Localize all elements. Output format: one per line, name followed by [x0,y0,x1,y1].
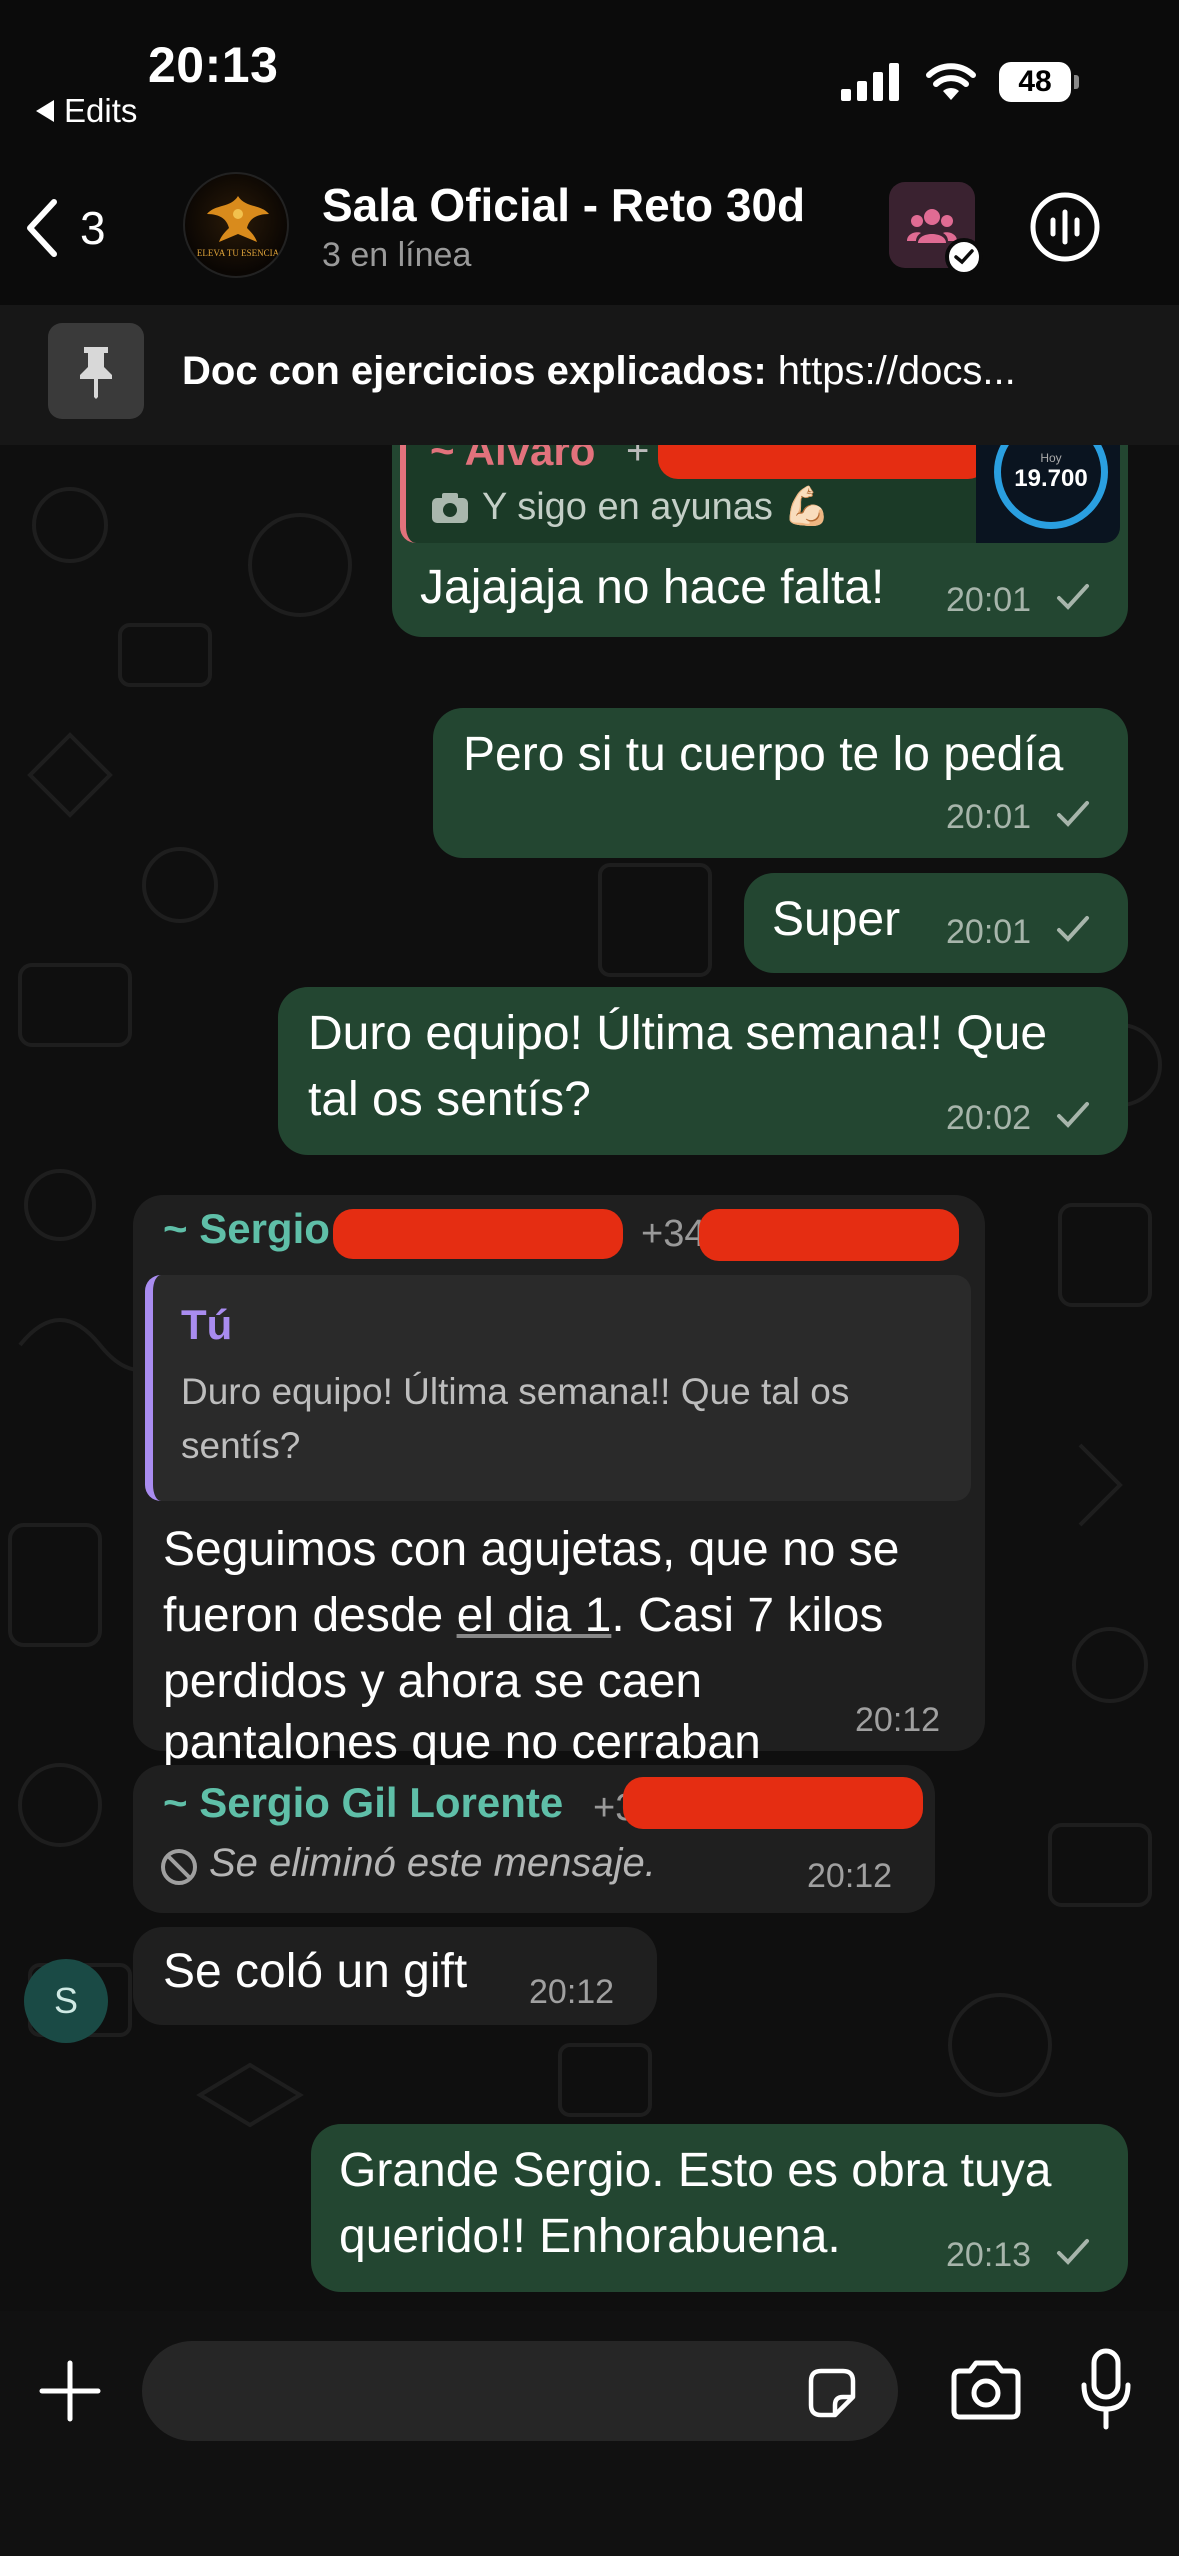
pinned-label: Doc con ejercicios explicados: [182,349,767,393]
battery-level: 48 [999,62,1071,102]
battery-indicator: 48 [999,62,1079,102]
redaction-mark [623,1777,923,1829]
battery-nub [1074,75,1079,89]
pin-icon [48,323,144,419]
message-time: 20:01 [946,581,1032,619]
community-icon [907,209,957,243]
sender-phone: +34 [641,1213,706,1255]
message-input[interactable] [142,2341,898,2441]
sent-check-icon [1057,584,1089,610]
camera-icon[interactable] [950,2359,1022,2421]
back-to-app-button[interactable]: Edits [36,92,137,130]
step-ring: Hoy 19.700 [994,445,1108,529]
redaction-mark [333,1209,623,1259]
message-time: 20:01 [946,913,1032,951]
message-bubble-out[interactable]: ~ Alvaro + Y sigo en ayunas 💪🏻 Hoy 19.70… [392,445,1128,637]
message-text-line4: pantalones que no cerraban [163,1716,761,1769]
redaction-mark [658,445,988,479]
sent-check-icon [1057,916,1089,942]
quote-text-line2: sentís? [181,1425,301,1466]
message-list[interactable]: ~ Alvaro + Y sigo en ayunas 💪🏻 Hoy 19.70… [0,445,1179,2311]
composer-bar [0,2311,1179,2556]
quote-phone-prefix: + [626,445,650,473]
sender-name[interactable]: ~ Sergio Gil Lorente [163,1779,563,1827]
sent-check-icon [1057,1102,1089,1128]
message-bubble-out[interactable]: Duro equipo! Última semana!! Que tal os … [278,987,1128,1155]
message-time: 20:12 [807,1857,893,1895]
sender-avatar[interactable]: S [24,1959,108,2043]
pinned-link[interactable]: https://docs... [778,349,1016,393]
sender-name[interactable]: ~ Sergio [163,1205,330,1253]
message-bubble-in[interactable]: ~ Sergio Gil Lorente +3 Se eliminó este … [133,1765,935,1913]
voice-chat-icon[interactable] [1028,190,1102,264]
message-text-line1: Duro equipo! Última semana!! Que [308,1007,1048,1060]
group-avatar[interactable]: ELEVA TU ESENCIA [183,172,289,278]
message-time: 20:12 [855,1701,941,1739]
status-time: 20:13 [148,37,279,93]
message-text: Pero si tu cuerpo te lo pedía [463,728,1064,781]
avatar-text: ELEVA TU ESENCIA [197,248,280,258]
sent-check-icon [1057,801,1089,827]
message-text-line2: fueron desde el dia 1. Casi 7 kilos [163,1589,884,1642]
signal-icon [841,63,899,101]
message-bubble-in[interactable]: ~ Sergio +34 Tú Duro equipo! Última sema… [133,1195,985,1769]
message-time: 20:01 [946,798,1032,836]
message-time: 20:13 [946,2236,1032,2274]
chat-title[interactable]: Sala Oficial - Reto 30d [322,178,805,232]
sticker-icon[interactable] [805,2367,859,2421]
status-indicators: 48 [841,62,1079,102]
message-text-line3: perdidos y ahora se caen [163,1655,703,1708]
message-bubble-out[interactable]: Pero si tu cuerpo te lo pedía 20:01 [433,708,1128,858]
message-text-line2: tal os sentís? [308,1073,591,1126]
chevron-left-icon [27,199,57,257]
message-text-line2: querido!! Enhorabuena. [339,2210,841,2263]
message-bubble-in[interactable]: Se coló un gift 20:12 [133,1927,657,2025]
check-badge-icon [945,238,983,276]
message-text: Super [772,893,901,946]
thumb-label: Hoy [1040,451,1062,465]
microphone-icon[interactable] [1078,2347,1134,2431]
message-text: Se coló un gift [163,1945,468,1998]
back-button[interactable]: 3 [22,198,106,258]
sent-check-icon [1057,2239,1089,2265]
deleted-message-text: Se eliminó este mensaje. [209,1841,656,1885]
quote-text: Y sigo en ayunas 💪🏻 [482,486,831,528]
message-time: 20:02 [946,1099,1032,1137]
pinned-text: Doc con ejercicios explicados: https://d… [182,349,1016,394]
phoenix-logo-icon: ELEVA TU ESENCIA [197,196,280,258]
quoted-message[interactable]: Tú Duro equipo! Última semana!! Que tal … [145,1275,971,1501]
message-text-line1: Seguimos con agujetas, que no se [163,1523,900,1576]
chat-header: 3 ELEVA TU ESENCIA Sala Oficial - Reto 3… [0,150,1179,300]
message-text-line1: Grande Sergio. Esto es obra tuya [339,2144,1052,2197]
quote-sender-name: Tú [181,1301,233,1348]
plus-icon[interactable] [38,2359,102,2423]
online-status: 3 en línea [322,236,472,274]
wifi-icon [926,63,976,100]
unread-count: 3 [80,202,106,254]
quoted-message[interactable]: ~ Alvaro + Y sigo en ayunas 💪🏻 Hoy 19.70… [400,445,1120,543]
community-button[interactable] [889,182,983,276]
back-triangle-icon [36,100,54,122]
redaction-mark [699,1209,959,1261]
message-time: 20:12 [529,1973,615,2011]
quote-thumbnail: Hoy 19.700 [976,445,1120,543]
date-link[interactable]: el dia 1 [457,1589,612,1642]
message-bubble-out[interactable]: Grande Sergio. Esto es obra tuya querido… [311,2124,1128,2292]
deleted-icon [161,1849,197,1885]
camera-icon [432,493,468,523]
quote-sender-name: ~ Alvaro [430,445,596,474]
quote-text-line1: Duro equipo! Última semana!! Que tal os [181,1371,850,1412]
thumb-value: 19.700 [1014,465,1088,492]
avatar-letter: S [53,1980,78,2021]
message-text: Jajajaja no hace falta! [420,561,885,614]
message-bubble-out[interactable]: Super 20:01 [744,873,1128,973]
back-app-label: Edits [64,92,138,129]
pinned-message-bar[interactable]: Doc con ejercicios explicados: https://d… [0,305,1179,445]
